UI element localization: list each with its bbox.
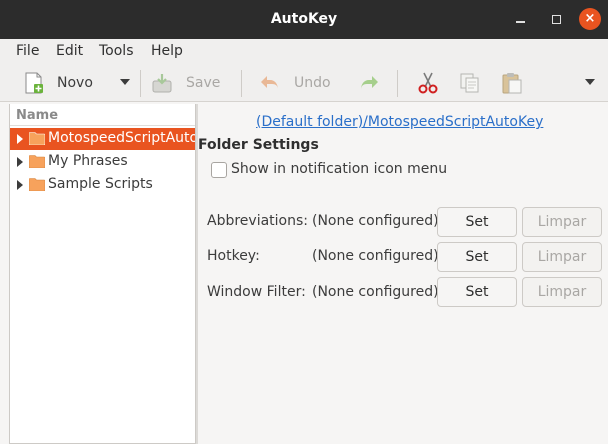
abbreviations-set-button[interactable]: Set xyxy=(437,207,517,237)
title-bar: AutoKey × xyxy=(0,0,608,39)
expander-icon[interactable] xyxy=(17,180,23,190)
redo-icon[interactable] xyxy=(357,71,381,95)
tree-item-label: My Phrases xyxy=(48,153,128,169)
close-icon: × xyxy=(584,11,596,26)
minimize-button[interactable] xyxy=(509,8,531,30)
expander-icon[interactable] xyxy=(17,134,23,144)
tree-column-header[interactable]: Name xyxy=(10,104,195,126)
menu-tools[interactable]: Tools xyxy=(99,43,134,59)
abbreviations-clear-button[interactable]: Limpar xyxy=(522,207,602,237)
hotkey-set-button[interactable]: Set xyxy=(437,242,517,272)
minimize-icon xyxy=(515,21,525,23)
new-dropdown-arrow-icon[interactable] xyxy=(120,79,130,85)
menu-file[interactable]: File xyxy=(16,43,39,59)
window-filter-clear-button[interactable]: Limpar xyxy=(522,277,602,307)
folder-icon xyxy=(29,155,45,168)
maximize-icon xyxy=(551,14,561,24)
tree-item-label: Sample Scripts xyxy=(48,176,153,192)
window-filter-label: Window Filter: xyxy=(207,284,306,300)
toolbar-separator xyxy=(140,70,141,97)
expander-icon[interactable] xyxy=(17,157,23,167)
toolbar-overflow-arrow-icon[interactable] xyxy=(585,79,595,85)
new-document-icon xyxy=(25,72,43,94)
folder-icon xyxy=(29,132,45,145)
menu-edit[interactable]: Edit xyxy=(56,43,83,59)
close-button[interactable]: × xyxy=(579,8,601,30)
hotkey-clear-button[interactable]: Limpar xyxy=(522,242,602,272)
folder-tree: Name MotospeedScriptAutoKey My Phrases S… xyxy=(9,104,196,444)
undo-button-label: Undo xyxy=(294,75,331,91)
tree-item-my-phrases[interactable]: My Phrases xyxy=(10,151,195,173)
toolbar-separator xyxy=(241,70,242,97)
save-icon xyxy=(152,74,172,93)
window-filter-value: (None configured) xyxy=(312,284,439,300)
notification-menu-checkbox[interactable] xyxy=(211,162,227,178)
copy-icon[interactable] xyxy=(458,71,482,95)
maximize-button[interactable] xyxy=(545,8,567,30)
pane-splitter[interactable] xyxy=(196,104,198,444)
tree-item-motospeed[interactable]: MotospeedScriptAutoKey xyxy=(10,128,195,150)
new-button-label: Novo xyxy=(57,75,93,91)
menu-help[interactable]: Help xyxy=(151,43,183,59)
toolbar-separator xyxy=(397,70,398,97)
folder-settings-heading: Folder Settings xyxy=(198,137,319,153)
hotkey-value: (None configured) xyxy=(312,248,439,264)
notification-menu-checkbox-label[interactable]: Show in notification icon menu xyxy=(231,161,447,177)
tree-item-label: MotospeedScriptAutoKey xyxy=(48,130,195,146)
tree-item-sample-scripts[interactable]: Sample Scripts xyxy=(10,174,195,196)
folder-icon xyxy=(29,178,45,191)
save-button-label: Save xyxy=(186,75,221,91)
abbreviations-label: Abbreviations: xyxy=(207,213,308,229)
hotkey-label: Hotkey: xyxy=(207,248,260,264)
folder-path-link[interactable]: (Default folder)/MotospeedScriptAutoKey xyxy=(256,114,543,130)
abbreviations-value: (None configured) xyxy=(312,213,439,229)
cut-icon[interactable] xyxy=(416,71,440,95)
paste-icon[interactable] xyxy=(500,71,524,95)
menu-bar: File Edit Tools Help xyxy=(0,39,608,65)
toolbar: Novo Save Undo xyxy=(0,65,608,102)
window-filter-set-button[interactable]: Set xyxy=(437,277,517,307)
undo-icon xyxy=(261,76,278,90)
